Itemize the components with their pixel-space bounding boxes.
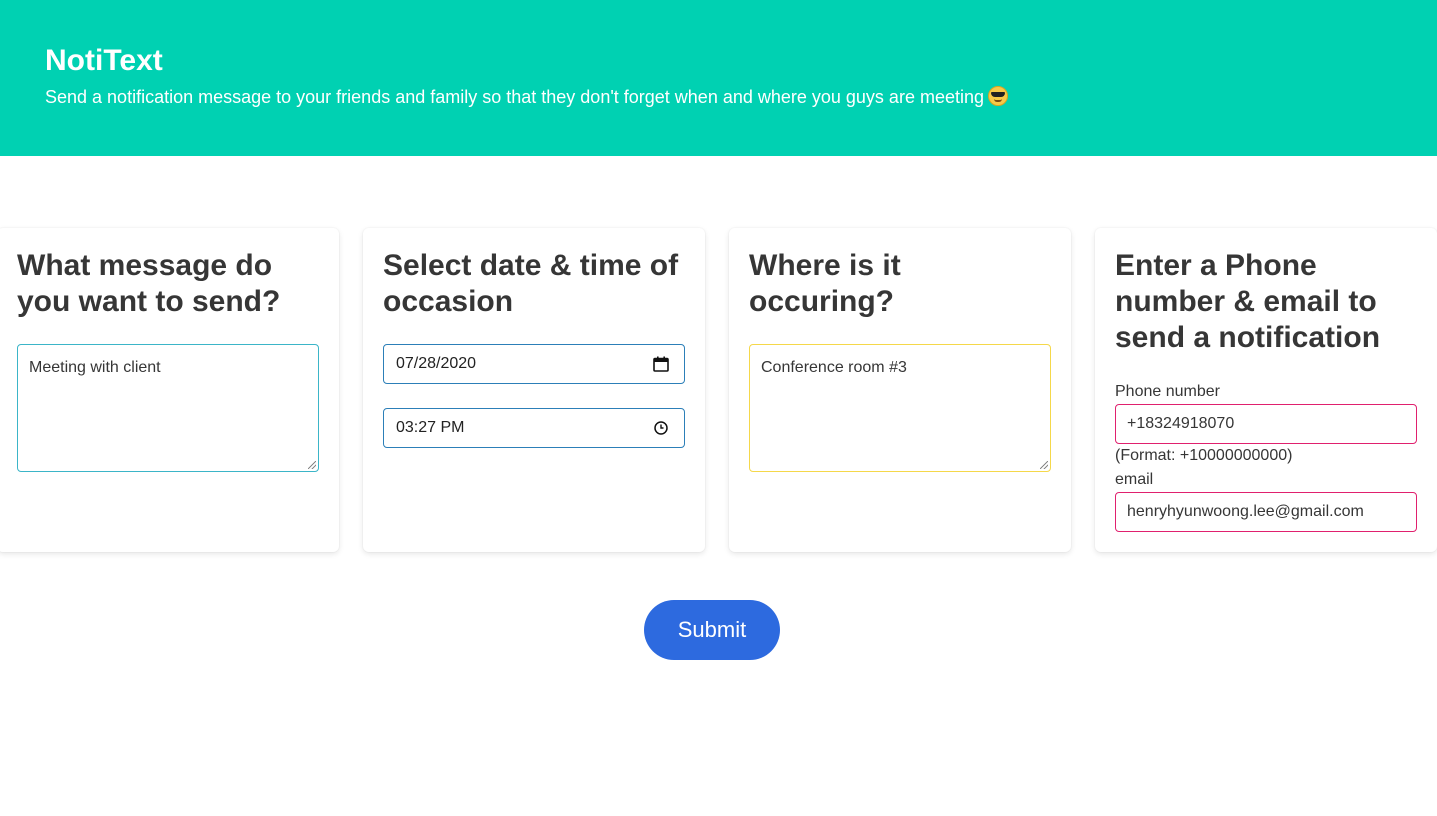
datetime-heading: Select date & time of occasion [383, 249, 679, 318]
phone-input[interactable]: +18324918070 [1115, 404, 1417, 444]
date-input[interactable]: 07/28/2020 [383, 344, 685, 384]
location-textarea[interactable]: Conference room #3 [749, 344, 1051, 472]
email-label: email [1115, 471, 1154, 488]
time-value: 03:27 PM [396, 419, 465, 436]
phone-value: +18324918070 [1127, 415, 1235, 432]
contact-heading: Enter a Phone number & email to send a n… [1115, 249, 1381, 354]
email-value: henryhyunwoong.lee@gmail.com [1127, 503, 1364, 520]
calendar-icon[interactable] [653, 356, 669, 372]
clock-icon[interactable] [653, 420, 669, 436]
app-title: NotiText [45, 44, 163, 77]
app-subtitle: Send a notification message to your frie… [45, 86, 1008, 108]
message-text: Meeting with client [29, 359, 161, 376]
phone-label: Phone number [1115, 383, 1220, 400]
date-value: 07/28/2020 [396, 355, 477, 372]
submit-button[interactable]: Submit [644, 600, 780, 660]
time-input[interactable]: 03:27 PM [383, 408, 685, 448]
contact-card: Enter a Phone number & email to send a n… [1095, 228, 1437, 552]
message-heading: What message do you want to send? [17, 249, 281, 318]
sunglasses-emoji-icon [988, 86, 1008, 106]
message-card: What message do you want to send? Meetin… [0, 228, 339, 552]
resize-handle-icon[interactable] [1040, 461, 1048, 469]
location-text: Conference room #3 [761, 359, 907, 376]
resize-handle-icon[interactable] [308, 461, 316, 469]
phone-format-hint: (Format: +10000000000) [1115, 447, 1293, 464]
location-heading: Where is it occuring? [749, 249, 901, 318]
location-card: Where is it occuring? Conference room #3 [729, 228, 1071, 552]
subtitle-text: Send a notification message to your frie… [45, 87, 984, 107]
datetime-card: Select date & time of occasion 07/28/202… [363, 228, 705, 552]
hero-banner: NotiText Send a notification message to … [0, 0, 1437, 156]
message-textarea[interactable]: Meeting with client [17, 344, 319, 472]
email-input[interactable]: henryhyunwoong.lee@gmail.com [1115, 492, 1417, 532]
